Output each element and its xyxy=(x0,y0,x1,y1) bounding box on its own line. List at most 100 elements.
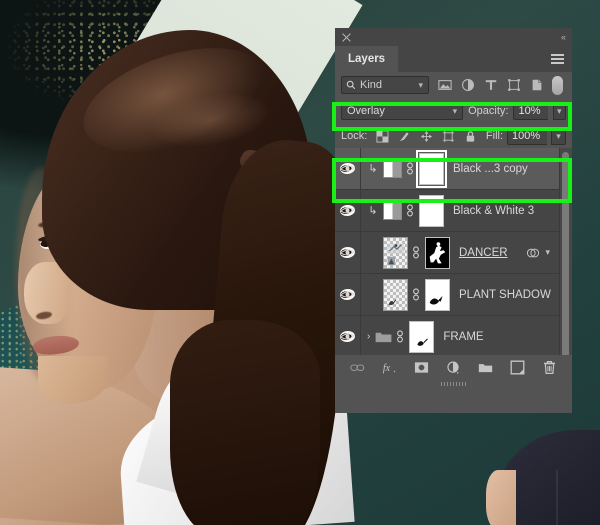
delete-layer-icon[interactable] xyxy=(542,360,557,375)
layers-bottom-toolbar: fx xyxy=(335,355,572,380)
layer-name[interactable]: PLANT SHADOW xyxy=(459,289,551,301)
fill-control: Fill: 100% ▾ xyxy=(485,127,567,145)
link-mask-icon[interactable] xyxy=(411,288,420,301)
filter-enable-toggle[interactable] xyxy=(552,75,563,95)
layer-mask-thumbnail[interactable] xyxy=(416,149,447,188)
blend-mode-select[interactable]: Overlay ▾ xyxy=(341,102,464,120)
lock-image-pixels-icon[interactable] xyxy=(398,130,411,143)
smart-object-filter-icon[interactable] xyxy=(530,78,544,92)
shape-layer-filter-icon[interactable] xyxy=(507,78,521,92)
table-row[interactable]: › FRAME xyxy=(335,316,572,355)
panel-tab-bar: Layers xyxy=(335,46,572,72)
chevron-down-icon: ▾ xyxy=(418,79,423,90)
fill-label: Fill: xyxy=(485,130,504,142)
lock-artboard-nesting-icon[interactable] xyxy=(442,130,455,143)
svg-text:fx: fx xyxy=(383,363,391,374)
chain-link-icon xyxy=(396,330,403,343)
adjustment-layer-filter-icon[interactable] xyxy=(461,78,475,92)
dancer-thumbnail-art xyxy=(386,243,405,265)
collapse-double-chevron-icon[interactable]: « xyxy=(561,32,566,42)
layer-effects-icon[interactable] xyxy=(526,247,540,259)
layer-name[interactable]: Black & White 3 xyxy=(453,205,534,217)
panel-resize-grip[interactable] xyxy=(335,380,572,387)
layers-panel: « Layers Kind ▾ Overlay ▾ Opacity: 10% ▾… xyxy=(335,28,572,413)
table-row[interactable]: DANCER ▾ xyxy=(335,232,572,274)
plant-shadow-thumbnail-art xyxy=(388,298,397,305)
layer-mask-thumbnail[interactable] xyxy=(419,194,444,227)
plant-shadow-mask-art xyxy=(429,295,443,305)
opacity-input[interactable]: 10% xyxy=(513,102,548,120)
fill-input[interactable]: 100% xyxy=(507,127,548,145)
layer-name[interactable]: DANCER xyxy=(459,247,508,259)
search-icon xyxy=(346,80,356,90)
layer-thumbnail[interactable] xyxy=(383,278,408,311)
new-layer-icon[interactable] xyxy=(510,360,525,375)
add-layer-mask-icon[interactable] xyxy=(414,360,429,375)
add-layer-style-fx-icon[interactable]: fx xyxy=(382,360,397,375)
filter-type-icons xyxy=(438,78,544,92)
eye-icon xyxy=(339,330,356,343)
table-row[interactable]: PLANT SHADOW xyxy=(335,274,572,316)
navy-garment-seam xyxy=(556,470,558,525)
eye-icon xyxy=(339,288,356,301)
tab-layers-label: Layers xyxy=(348,53,386,65)
table-row[interactable]: ↳ Black ...3 copy xyxy=(335,148,572,190)
new-group-icon[interactable] xyxy=(478,360,493,375)
chain-link-icon xyxy=(412,288,419,301)
layer-visibility-toggle[interactable] xyxy=(335,232,361,273)
type-layer-filter-icon[interactable] xyxy=(484,78,498,92)
layers-scrollbar[interactable] xyxy=(559,148,572,355)
layer-thumbnail[interactable] xyxy=(383,236,408,269)
table-row[interactable]: ↳ Black & White 3 xyxy=(335,190,572,232)
frame-mask-art xyxy=(417,338,429,346)
layer-name[interactable]: Black ...3 copy xyxy=(453,163,528,175)
hamburger-menu-icon[interactable] xyxy=(551,54,564,64)
group-expand-arrow-icon[interactable]: › xyxy=(367,331,370,342)
eye-icon xyxy=(339,246,356,259)
link-mask-icon[interactable] xyxy=(405,162,414,175)
close-icon[interactable] xyxy=(341,32,352,43)
chain-link-icon xyxy=(406,162,413,175)
link-mask-icon[interactable] xyxy=(411,246,420,259)
layer-mask-thumbnail[interactable] xyxy=(425,278,450,311)
eye-icon xyxy=(339,162,356,175)
eye-icon xyxy=(339,204,356,217)
opacity-label: Opacity: xyxy=(468,105,509,117)
grip-dots xyxy=(440,381,467,386)
link-mask-icon[interactable] xyxy=(395,330,404,343)
figure-ponytail-lower xyxy=(170,320,320,525)
blend-mode-value: Overlay xyxy=(347,105,385,117)
layer-filter-bar: Kind ▾ xyxy=(335,72,572,98)
dancer-mask-silhouette xyxy=(429,241,446,263)
chain-link-icon xyxy=(406,204,413,217)
adjustment-layer-thumbnail[interactable] xyxy=(383,201,402,220)
link-layers-icon[interactable] xyxy=(350,360,365,375)
layer-visibility-toggle[interactable] xyxy=(335,148,361,189)
layer-visibility-toggle[interactable] xyxy=(335,274,361,315)
clipping-mask-icon: ↳ xyxy=(368,205,378,217)
opacity-slider-chevron-icon[interactable]: ▾ xyxy=(552,102,567,120)
lock-position-icon[interactable] xyxy=(420,130,433,143)
lock-transparent-pixels-icon[interactable] xyxy=(376,130,389,143)
lock-all-icon[interactable] xyxy=(464,130,477,143)
skin-sliver xyxy=(486,470,516,525)
panel-title-bar: « xyxy=(335,28,572,46)
lock-label: Lock: xyxy=(341,130,368,142)
layer-visibility-toggle[interactable] xyxy=(335,316,361,355)
tab-layers[interactable]: Layers xyxy=(335,46,399,72)
group-mask-thumbnail[interactable] xyxy=(409,320,435,353)
blend-mode-bar: Overlay ▾ Opacity: 10% ▾ xyxy=(335,98,572,124)
effects-expand-chevron-icon[interactable]: ▾ xyxy=(545,247,550,258)
lock-bar: Lock: Fill: 100% ▾ xyxy=(335,124,572,148)
filter-kind-select[interactable]: Kind ▾ xyxy=(341,76,429,94)
layer-visibility-toggle[interactable] xyxy=(335,190,361,231)
link-mask-icon[interactable] xyxy=(405,204,414,217)
filter-kind-label: Kind xyxy=(360,79,383,91)
fill-slider-chevron-icon[interactable]: ▾ xyxy=(551,127,567,145)
layers-scrollbar-thumb[interactable] xyxy=(562,152,569,355)
layer-name[interactable]: FRAME xyxy=(443,331,483,343)
new-adjustment-layer-icon[interactable] xyxy=(446,360,461,375)
adjustment-layer-thumbnail[interactable] xyxy=(383,159,402,178)
layer-mask-thumbnail[interactable] xyxy=(425,236,450,269)
pixel-layer-filter-icon[interactable] xyxy=(438,78,452,92)
